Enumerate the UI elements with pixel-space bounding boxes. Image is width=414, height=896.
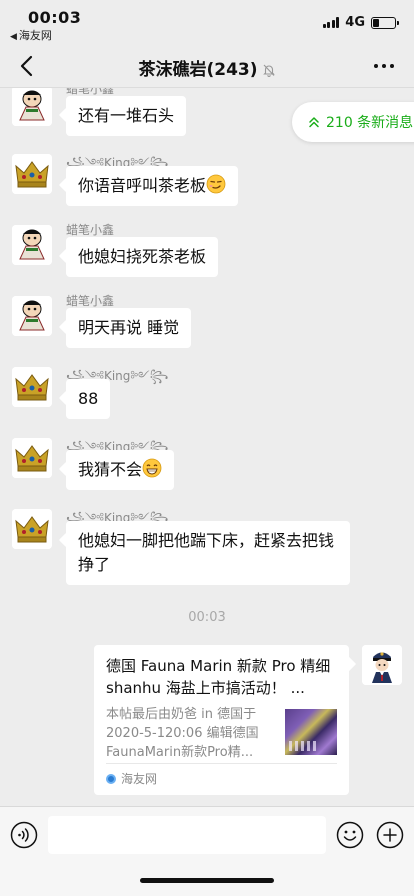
message-input[interactable] (48, 816, 326, 854)
message-bubble[interactable]: 他媳妇挠死茶老板 (66, 237, 219, 277)
chat-title-text: 茶沫礁岩(243) (138, 60, 258, 80)
officer-avatar[interactable] (362, 645, 402, 685)
link-card-source-name: 海友网 (121, 772, 158, 786)
more-dots-icon[interactable] (374, 64, 394, 68)
status-indicators: 4G (322, 15, 399, 30)
sender-name: 蜡笔小鑫 (66, 294, 115, 308)
crown-avatar[interactable] (12, 154, 52, 194)
crayon-boy-avatar[interactable] (12, 88, 52, 126)
home-indicator[interactable] (140, 878, 274, 883)
crown-avatar[interactable] (12, 509, 52, 549)
status-time: 00:03 (28, 8, 82, 27)
message-text: 你语音呼叫茶老板 (78, 176, 207, 195)
chat-title: 茶沫礁岩(243) (0, 55, 414, 80)
link-card-title: 德国 Fauna Marin 新款 Pro 精细 shanhu 海盐上市搞活动！… (106, 657, 331, 697)
link-card-source: 海友网 (106, 763, 337, 787)
link-card-description: 本帖最后由奶爸 in 德国于 2020-5-120:06 编辑德国 FaunaM… (106, 707, 259, 760)
message-bubble[interactable]: 你语音呼叫茶老板 (66, 166, 239, 206)
crayon-boy-avatar[interactable] (12, 296, 52, 336)
chat-message-list[interactable]: 蜡笔小鑫 还有一堆石头 ꧁༺King༻꧂ 你语音呼叫茶老板 蜡笔小鑫 他媳妇挠死… (0, 88, 414, 806)
new-messages-button[interactable]: 210 条新消息 (292, 102, 414, 142)
message-bubble[interactable]: 我猜不会 (66, 450, 175, 490)
message-bubble[interactable]: 88 (66, 379, 111, 419)
message-bubble[interactable]: 还有一堆石头 (66, 96, 187, 136)
sender-name: 蜡笔小鑫 (66, 223, 115, 237)
double-chevron-up-icon (309, 117, 319, 128)
emoji-icon[interactable] (336, 821, 364, 849)
new-messages-label: 210 条新消息 (326, 115, 414, 131)
chat-header: 茶沫礁岩(243) (0, 44, 414, 88)
grin-emoji-icon (142, 458, 162, 478)
back-to-app-link[interactable]: ◀ 海友网 (10, 27, 52, 43)
battery-icon (371, 16, 399, 29)
bell-off-icon (262, 64, 275, 77)
message-bubble[interactable]: 他媳妇一脚把他踹下床，赶紧去把钱挣了 (66, 521, 350, 585)
link-card-body: 本帖最后由奶爸 in 德国于 2020-5-120:06 编辑德国 FaunaM… (106, 705, 337, 762)
message-bubble[interactable]: 明天再说 睡觉 (66, 308, 192, 348)
link-card[interactable]: 德国 Fauna Marin 新款 Pro 精细 shanhu 海盐上市搞活动！… (94, 645, 349, 795)
network-type: 4G (345, 15, 365, 30)
source-logo-icon (106, 773, 116, 784)
back-triangle-icon: ◀ (10, 32, 17, 42)
voice-icon[interactable] (10, 821, 38, 849)
link-card-thumbnail (285, 709, 337, 755)
message-text: 我猜不会 (78, 460, 143, 479)
crayon-boy-avatar[interactable] (12, 225, 52, 265)
crown-avatar[interactable] (12, 438, 52, 478)
plus-icon[interactable] (376, 821, 404, 849)
status-bar: 00:03 ◀ 海友网 4G (0, 0, 414, 44)
time-divider: 00:03 (188, 610, 226, 625)
crown-avatar[interactable] (12, 367, 52, 407)
smirk-emoji-icon (206, 174, 226, 194)
back-app-label: 海友网 (18, 29, 52, 42)
signal-icon (322, 17, 340, 28)
